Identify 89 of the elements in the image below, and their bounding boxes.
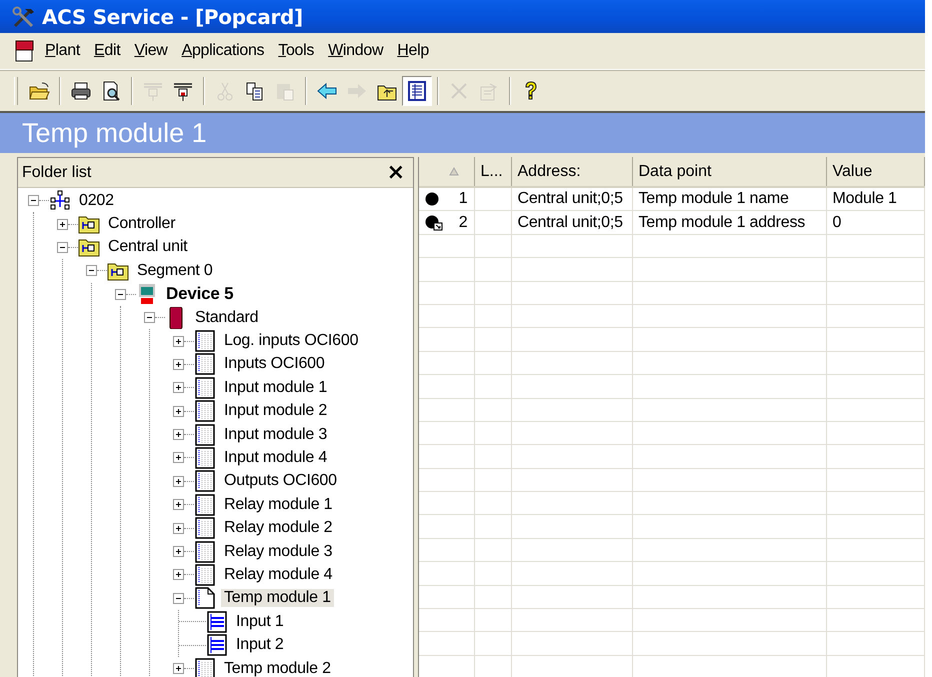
column-header[interactable]: L... xyxy=(474,157,511,187)
grid-sheet-icon xyxy=(194,470,216,492)
view-title: Temp module 1 xyxy=(22,118,207,148)
grid-sheet-icon xyxy=(194,400,216,422)
page-icon xyxy=(194,587,216,610)
tree-item[interactable]: Temp module 1 xyxy=(221,589,334,608)
collapse-toggle[interactable] xyxy=(173,592,184,604)
tree-item[interactable]: 0202 xyxy=(76,192,117,210)
tree-item[interactable]: Relay module 1 xyxy=(221,496,336,514)
tree-item[interactable]: Controller xyxy=(105,215,178,234)
device-icon xyxy=(136,283,158,306)
tree-item[interactable]: Device 5 xyxy=(163,284,236,304)
table-cell: Central unit;0;5 xyxy=(511,210,632,234)
tree-item[interactable]: Temp module 2 xyxy=(221,660,334,677)
menu-item[interactable]: Help xyxy=(392,40,434,62)
column-header[interactable]: Value xyxy=(826,157,924,187)
collapse-toggle[interactable] xyxy=(57,242,68,253)
open-folder-icon xyxy=(28,80,50,102)
grid-sheet-icon xyxy=(194,376,216,399)
tree-item[interactable]: Relay module 2 xyxy=(221,519,336,538)
dot-icon xyxy=(425,192,439,206)
printer-icon xyxy=(70,80,92,102)
expand-toggle[interactable] xyxy=(173,358,184,370)
tree-item[interactable]: Log. inputs OCI600 xyxy=(221,332,362,350)
table-cell: Central unit;0;5 xyxy=(511,187,632,211)
menu-item[interactable]: View xyxy=(129,40,173,62)
grid-sheet-icon xyxy=(194,353,216,376)
expand-toggle[interactable] xyxy=(173,499,184,510)
expand-toggle[interactable] xyxy=(173,546,184,558)
tree-item[interactable]: Central unit xyxy=(105,238,190,256)
expand-toggle[interactable] xyxy=(57,218,68,230)
expand-toggle[interactable] xyxy=(173,429,184,440)
window-title: ACS Service - [Popcard] xyxy=(42,4,303,28)
collapse-toggle[interactable] xyxy=(144,312,155,324)
table-cell: 0 xyxy=(826,210,924,234)
collapse-toggle[interactable] xyxy=(28,195,39,206)
expand-toggle[interactable] xyxy=(173,522,184,534)
expand-toggle[interactable] xyxy=(173,452,184,464)
tree-item[interactable]: Standard xyxy=(192,308,262,327)
table-cell: Temp module 1 name xyxy=(632,187,826,211)
grid-sheet-icon xyxy=(194,540,216,563)
collapse-toggle[interactable] xyxy=(115,288,126,300)
tree-item[interactable]: Segment 0 xyxy=(134,262,216,280)
menu-item[interactable]: Edit xyxy=(88,40,126,62)
table-cell: Module 1 xyxy=(826,187,924,211)
grid-sheet-icon xyxy=(194,564,216,586)
grid-sheet-icon xyxy=(194,424,216,446)
expand-toggle[interactable] xyxy=(173,406,184,417)
expand-toggle[interactable] xyxy=(173,569,184,580)
table-cell: Temp module 1 address xyxy=(632,210,826,234)
close-button[interactable]: × xyxy=(382,162,409,184)
network-icon xyxy=(49,190,71,212)
collapse-toggle[interactable] xyxy=(86,265,97,276)
linked-dot-icon xyxy=(425,214,443,231)
tree-item[interactable]: Relay module 4 xyxy=(221,566,336,584)
menu-item[interactable]: Plant xyxy=(40,40,85,62)
panel-title: Folder list xyxy=(22,164,92,182)
list-sheet-icon xyxy=(206,634,228,656)
row-number: 1 xyxy=(458,190,468,208)
grid-sheet-icon xyxy=(194,517,216,540)
menu-item[interactable]: Applications xyxy=(176,40,270,62)
list-sheet-icon xyxy=(206,610,228,633)
tree-item[interactable]: Inputs OCI600 xyxy=(221,355,328,374)
grid-sheet-icon xyxy=(194,446,216,469)
tree-item[interactable]: Relay module 3 xyxy=(221,542,336,561)
sort-icon xyxy=(449,166,459,176)
grid-sheet-icon xyxy=(194,330,216,352)
hammer-wrench-icon xyxy=(12,6,36,28)
grid-sheet-icon xyxy=(194,494,216,516)
tree-item[interactable]: Input module 3 xyxy=(221,426,330,444)
notebook-icon xyxy=(14,39,36,63)
tree-item[interactable]: Input module 2 xyxy=(221,402,330,420)
row-number: 2 xyxy=(458,214,468,232)
tree-item[interactable]: Input 1 xyxy=(233,612,287,631)
expand-toggle[interactable] xyxy=(173,336,184,347)
expand-toggle[interactable] xyxy=(173,382,184,394)
expand-toggle[interactable] xyxy=(173,476,184,487)
tree-item[interactable]: Input 2 xyxy=(233,636,287,654)
tree-item[interactable]: Input module 4 xyxy=(221,448,330,467)
menu-item[interactable]: Tools xyxy=(273,40,320,62)
left-arrow-icon xyxy=(316,80,338,102)
toolbar-button[interactable] xyxy=(402,76,432,106)
tree-item[interactable]: Input module 1 xyxy=(221,378,330,397)
expand-toggle[interactable] xyxy=(173,663,184,674)
list-view-icon xyxy=(406,80,428,102)
tree-item[interactable]: Outputs OCI600 xyxy=(221,472,340,490)
menu-item[interactable]: Window xyxy=(323,40,388,62)
column-header[interactable]: Data point xyxy=(632,157,826,187)
column-header[interactable]: Address: xyxy=(511,157,632,187)
